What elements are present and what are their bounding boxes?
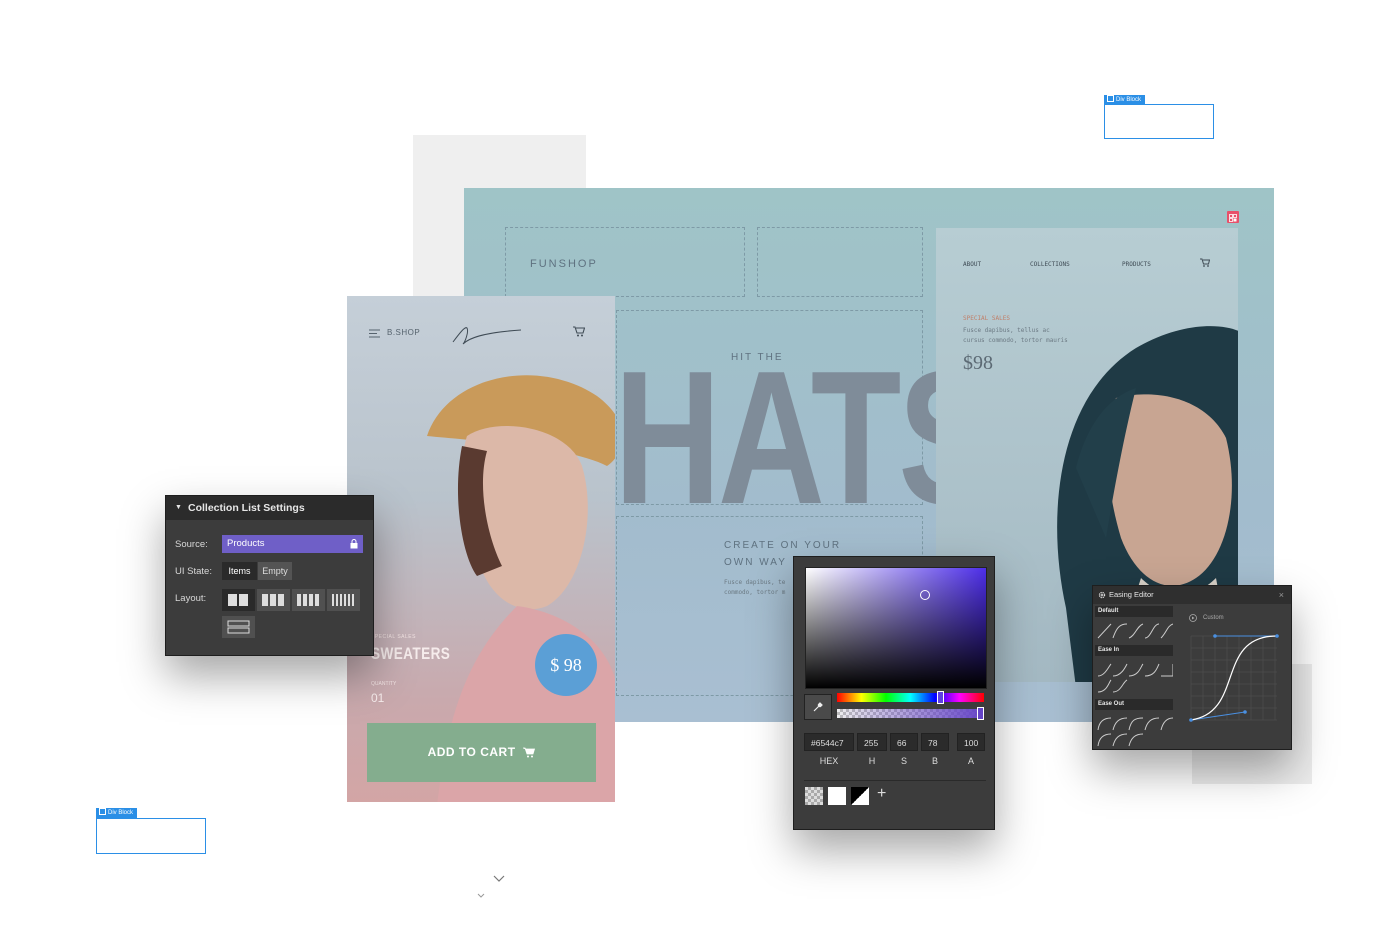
h-input[interactable]: 255 (857, 733, 887, 751)
alpha-slider-handle[interactable] (977, 707, 984, 720)
ui-state-label: UI State: (175, 566, 212, 577)
six-columns-icon (332, 594, 354, 606)
saturation-brightness-area[interactable] (805, 567, 987, 689)
quantity-value[interactable]: 01 (371, 691, 384, 705)
chevron-down-small-icon[interactable] (477, 893, 485, 899)
swatch-transparent[interactable] (805, 787, 823, 805)
gear-icon (1098, 591, 1106, 599)
nav-products[interactable]: PRODUCTS (1122, 260, 1151, 270)
three-columns-icon (262, 594, 284, 606)
section-ease-out[interactable]: Ease Out (1095, 699, 1173, 710)
play-icon[interactable] (1189, 614, 1197, 622)
easing-title: Easing Editor (1109, 590, 1154, 599)
hex-input[interactable]: #6544c7 (804, 733, 854, 751)
layout-2-columns[interactable] (222, 589, 255, 611)
chevron-down-icon[interactable] (493, 875, 505, 883)
div-block-bottom[interactable] (96, 818, 206, 854)
create-line-2: OWN WAY (724, 557, 787, 568)
easing-editor-panel: Easing Editor × Default Ease In Ease Out… (1092, 585, 1292, 750)
special-line-1: Fusce dapibus, tellus ac (963, 327, 1050, 334)
rows-icon (227, 620, 250, 634)
hex-label: HEX (819, 756, 839, 766)
h-label: H (868, 756, 876, 766)
swatch-divider (804, 780, 986, 781)
hue-slider-handle[interactable] (937, 691, 944, 704)
add-to-cart-label: ADD TO CART (427, 745, 516, 759)
nav-about[interactable]: ABOUT (963, 260, 981, 270)
s-input[interactable]: 66 (890, 733, 918, 751)
default-curves[interactable] (1097, 622, 1173, 640)
nav-collections[interactable]: COLLECTIONS (1030, 260, 1070, 270)
price-badge: $ 98 (535, 634, 597, 696)
collapse-caret-icon[interactable]: ▼ (175, 496, 182, 520)
signature-logo (452, 327, 522, 345)
panel-title: Collection List Settings (188, 502, 305, 514)
cart-icon[interactable] (1200, 258, 1210, 267)
layout-label: Layout: (175, 593, 207, 604)
a-label: A (967, 756, 974, 766)
color-handle[interactable] (920, 590, 930, 600)
source-select[interactable]: Products (222, 535, 363, 553)
swatch-white[interactable] (828, 787, 846, 805)
component-badge-icon[interactable] (1227, 211, 1239, 223)
b-label: B (931, 756, 938, 766)
empty-cell[interactable] (757, 227, 923, 297)
two-columns-icon (228, 594, 248, 606)
ease-out-curves[interactable] (1097, 716, 1173, 748)
easing-curve-graph[interactable] (1187, 632, 1281, 726)
close-icon[interactable]: × (1279, 586, 1284, 604)
phone-brand: B.SHOP (387, 328, 421, 337)
layout-rows[interactable] (222, 616, 255, 638)
phone-small-label: SPECIAL SALES (371, 634, 416, 640)
four-columns-icon (297, 594, 319, 606)
layout-6-columns[interactable] (327, 589, 360, 611)
ui-state-items[interactable]: Items (222, 562, 257, 580)
desktop-body-1: Fusce dapibus, te (724, 579, 786, 586)
alpha-slider[interactable] (837, 707, 984, 720)
div-block-top[interactable] (1104, 104, 1214, 139)
b-input[interactable]: 78 (921, 733, 949, 751)
layout-4-columns[interactable] (292, 589, 325, 611)
color-picker-panel: #6544c7 255 66 78 100 HEX H S B A + (793, 556, 995, 830)
brand-cell[interactable]: FUNSHOP (505, 227, 745, 297)
easing-header[interactable]: Easing Editor × (1093, 586, 1291, 604)
a-input[interactable]: 100 (957, 733, 985, 751)
desktop-price: $98 (963, 352, 993, 374)
menu-icon[interactable] (369, 329, 381, 338)
brand-text: FUNSHOP (530, 258, 598, 270)
source-value: Products (227, 538, 265, 549)
quantity-label: QUANTITY (371, 681, 397, 687)
source-label: Source: (175, 539, 208, 550)
layout-3-columns[interactable] (257, 589, 290, 611)
section-default[interactable]: Default (1095, 606, 1173, 617)
ease-in-curves[interactable] (1097, 662, 1173, 694)
product-name: SWEATERS (371, 644, 451, 663)
collection-list-settings-panel: ▼ Collection List Settings Source: Produ… (165, 495, 374, 656)
panel-header[interactable]: ▼ Collection List Settings (166, 496, 373, 520)
s-label: S (900, 756, 907, 766)
section-ease-in[interactable]: Ease In (1095, 645, 1173, 656)
mobile-mockup: B.SHOP SPECIAL SALES SWEATERS QUANTITY 0… (347, 296, 615, 802)
swatch-black[interactable] (851, 787, 869, 805)
cart-button-icon (523, 747, 536, 758)
special-sales-label: SPECIAL SALES (963, 315, 1010, 322)
custom-label: Custom (1203, 615, 1224, 621)
eyedropper-icon (813, 702, 823, 712)
hue-slider[interactable] (837, 691, 984, 704)
div-block-label-bottom[interactable]: Div Block (96, 808, 138, 818)
eyedropper-button[interactable] (804, 694, 832, 720)
lock-icon (350, 539, 358, 549)
add-swatch-button[interactable]: + (877, 785, 886, 803)
create-line-1: CREATE ON YOUR (724, 540, 842, 551)
add-to-cart-button[interactable]: ADD TO CART (367, 723, 596, 782)
desktop-body-2: commodo, tortor m (724, 589, 786, 596)
ui-state-empty[interactable]: Empty (258, 562, 292, 580)
phone-cart-icon[interactable] (573, 326, 585, 337)
